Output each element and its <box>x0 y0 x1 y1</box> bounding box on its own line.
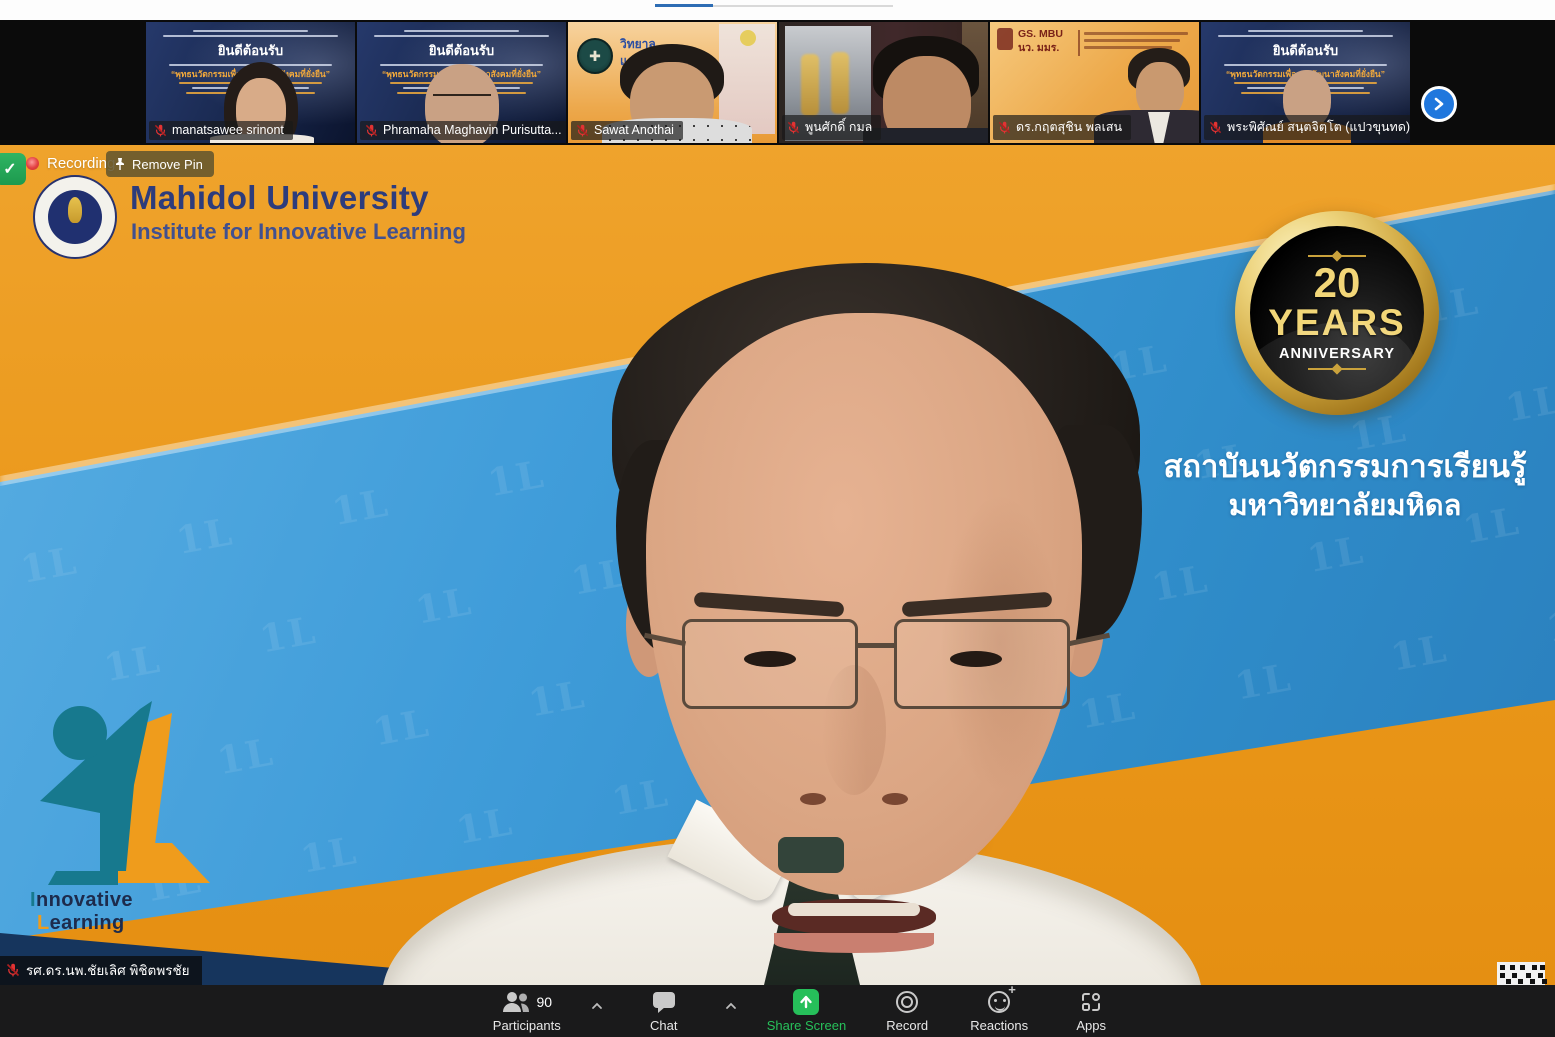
mic-muted-icon <box>576 124 589 137</box>
speaker-teeth <box>788 903 920 916</box>
speaker-name-label: รศ.ดร.นพ.ชัยเลิศ พิชิตพรชัย <box>0 956 202 985</box>
institute-subtitle: Institute for Innovative Learning <box>131 219 466 245</box>
participants-button[interactable]: 90 Participants <box>493 989 561 1033</box>
il-logo-caption: InnovativeLearning <box>30 889 222 935</box>
divider <box>1078 30 1080 56</box>
pinned-speaker-video: 1L 1L 1L 1L 1L 1L 1L 1L 1L 1L 1L 1L 1L 1… <box>0 145 1555 985</box>
participant-name-label: Sawat Anothai <box>571 121 683 140</box>
speaker-nostril <box>882 793 908 805</box>
encryption-shield-icon[interactable]: ✓ <box>0 153 26 185</box>
chevron-up-icon <box>725 1002 737 1010</box>
slide-title: ยินดีต้อนรับ <box>357 40 566 61</box>
participant-name-label: ดร.กฤตสุชิน พลเสน <box>993 115 1131 140</box>
participant-thumbnail-3[interactable]: วิทยาล แล Sawat Anothai <box>568 22 777 143</box>
speaker-eye <box>950 651 1002 667</box>
speaker-nostril <box>800 793 826 805</box>
text-bar <box>1084 32 1188 35</box>
badge-flourish <box>1308 368 1366 370</box>
pin-icon <box>114 157 126 171</box>
participants-menu-chevron[interactable] <box>591 997 603 1015</box>
slide-title: ยินดีต้อนรับ <box>146 40 355 61</box>
gold-figure <box>801 54 819 116</box>
college-emblem <box>577 38 613 74</box>
buddha-statue <box>731 28 765 128</box>
mahidol-logo-emblem <box>68 197 82 223</box>
participants-icon <box>501 991 531 1013</box>
mic-muted-icon <box>787 121 800 134</box>
participant-thumbnail-4[interactable]: พูนศักดิ์ กมล <box>779 22 988 143</box>
participant-name-label: พระพิศัณย์ สนฺตจิตฺโต (แปวขุนทด) <box>1204 115 1410 140</box>
participant-clothing <box>863 128 988 143</box>
il-logo-mark <box>22 693 222 888</box>
anniversary-word: ANNIVERSARY <box>1279 346 1395 362</box>
mic-muted-icon <box>998 121 1011 134</box>
qr-code <box>1497 962 1545 985</box>
mic-muted-icon <box>154 124 167 137</box>
chat-icon <box>652 991 676 1014</box>
apps-button[interactable]: Apps <box>1060 989 1122 1033</box>
participant-thumbnail-2[interactable]: ยินดีต้อนรับ “พุทธนวัตกรรมเพื่อการพัฒนาส… <box>357 22 566 143</box>
apps-icon <box>1079 990 1103 1014</box>
mahidol-logo <box>33 175 117 259</box>
text-bar <box>1084 39 1180 42</box>
participant-name-label: manatsawee srinont <box>149 121 293 140</box>
glasses-bridge <box>856 643 896 648</box>
participant-thumbnail-1[interactable]: ยินดีต้อนรับ “พุทธนวัตกรรมเพื่อการพัฒนาส… <box>146 22 355 143</box>
anniversary-number: 20 <box>1314 263 1361 303</box>
chat-button[interactable]: Chat <box>633 989 695 1033</box>
participant-glasses <box>433 94 491 96</box>
video-thumbnail-strip: ยินดีต้อนรับ “พุทธนวัตกรรมเพื่อการพัฒนาส… <box>0 20 1555 145</box>
record-button[interactable]: Record <box>876 989 938 1033</box>
remove-pin-button[interactable]: Remove Pin <box>106 151 214 177</box>
reactions-plus: + <box>1008 982 1016 997</box>
mic-muted-icon <box>365 124 378 137</box>
chat-menu-chevron[interactable] <box>725 997 737 1015</box>
recording-dot-icon <box>26 157 39 170</box>
slide-title: ยินดีต้อนรับ <box>1201 40 1410 61</box>
reactions-icon <box>988 991 1010 1013</box>
org-text: GS. MBU นว. มมร. <box>1018 27 1063 55</box>
participant-name-label: พูนศักดิ์ กมล <box>782 115 881 140</box>
mic-muted-icon <box>1209 121 1222 134</box>
participants-count: 90 <box>536 994 552 1010</box>
speaker-lip <box>774 933 934 953</box>
tab-divider <box>713 5 893 7</box>
zoom-meeting-window: ยินดีต้อนรับ “พุทธนวัตกรรมเพื่อการพัฒนาส… <box>0 0 1555 1037</box>
anniversary-badge: 20 YEARS ANNIVERSARY <box>1235 211 1439 415</box>
share-screen-button[interactable]: Share Screen <box>767 989 847 1033</box>
share-screen-icon <box>793 989 819 1015</box>
institute-thai-name: สถาบันนวัตกรรมการเรียนรู้ มหาวิทยาลัยมหิ… <box>1140 447 1550 525</box>
university-title: Mahidol University <box>130 179 429 217</box>
gold-figure <box>831 52 849 114</box>
browser-top-edge <box>0 0 1555 20</box>
record-icon <box>896 991 918 1013</box>
reactions-button[interactable]: + Reactions <box>968 989 1030 1033</box>
meeting-toolbar: 90 Participants Chat <box>0 985 1555 1037</box>
university-emblem <box>997 28 1013 50</box>
speaker-eye <box>744 651 796 667</box>
mic-muted-icon <box>6 963 20 977</box>
chevron-right-icon <box>1432 97 1446 111</box>
tab-indicator <box>655 4 713 7</box>
tie-knot <box>778 837 844 873</box>
participant-thumbnail-5[interactable]: GS. MBU นว. มมร. ดร.กฤตสุชิน พลเสน <box>990 22 1199 143</box>
recording-indicator: Recording <box>26 155 115 172</box>
chevron-up-icon <box>591 1002 603 1010</box>
next-participants-button[interactable] <box>1421 86 1457 122</box>
participant-name-label: Phramaha Maghavin Purisutta... <box>360 121 566 140</box>
badge-flourish <box>1308 255 1366 257</box>
anniversary-years: YEARS <box>1268 303 1405 343</box>
participant-thumbnail-6[interactable]: ยินดีต้อนรับ “พุทธนวัตกรรมเพื่อการพัฒนาส… <box>1201 22 1410 143</box>
innovative-learning-logo: InnovativeLearning <box>22 693 222 923</box>
